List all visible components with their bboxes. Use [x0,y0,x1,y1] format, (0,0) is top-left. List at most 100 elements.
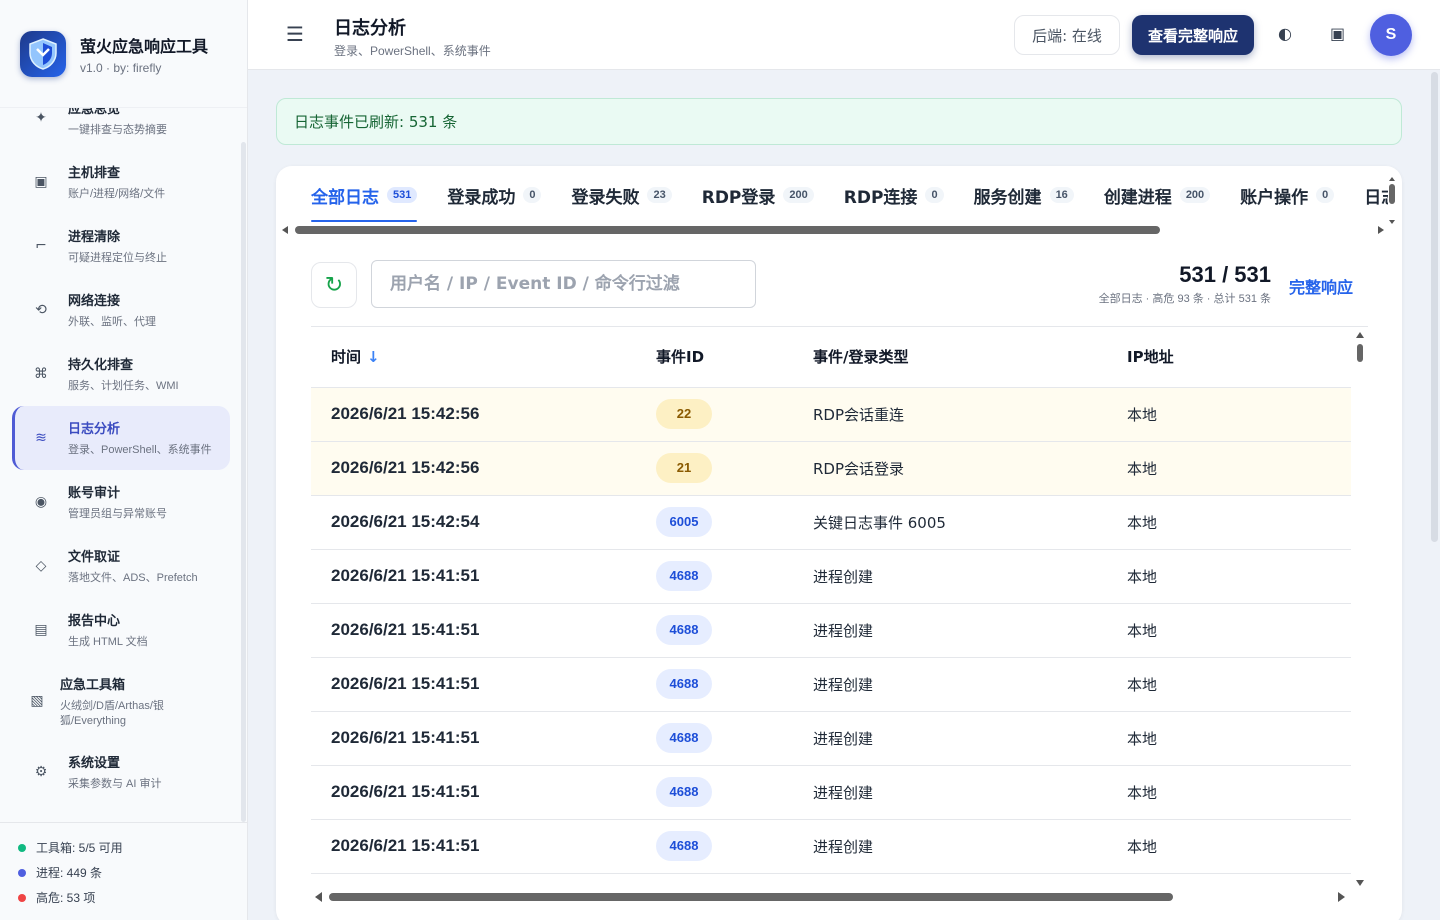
sidebar-item-account-audit[interactable]: ◉ 账号审计 管理员组与异常账号 [12,470,230,534]
sidebar-item-label: 报告中心 [68,614,121,629]
sidebar-item-forensics[interactable]: ◇ 文件取证 落地文件、ADS、Prefetch [12,534,230,598]
tab-process-create[interactable]: 创建进程 200 [1104,166,1211,224]
sidebar-item-label: 应急总览 [68,108,121,117]
full-response-link[interactable]: 完整响应 [1289,274,1353,298]
refresh-button[interactable]: ↻ [311,262,357,308]
tab-count: 200 [783,187,814,203]
sparkle-icon: ✦ [35,110,47,126]
counter-summary: 全部日志 · 高危 93 条 · 总计 531 条 [1098,293,1271,305]
toolbox-status: 工具箱: 5/5 可用 [18,835,247,860]
table-horizontal-scrollbar[interactable] [311,890,1369,904]
tab-label: RDP登录 [701,187,776,208]
tab-count: 0 [925,187,944,203]
sidebar-item-desc: 采集参数与 AI 审计 [68,778,162,790]
refresh-notice: 日志事件已刷新: 531 条 [276,98,1402,145]
tab-count: 0 [1316,187,1335,203]
avatar[interactable]: S [1370,14,1412,56]
status-text: 高危: 53 项 [36,891,96,905]
tab-count: 200 [1179,187,1211,203]
tab-service-create[interactable]: 服务创建 16 [974,166,1074,224]
column-time-header[interactable]: 时间 ↓ [311,327,656,388]
sidebar-item-overview[interactable]: ✦ 应急总览 一键排查与态势摘要 [12,108,230,150]
table-row[interactable]: 2026/6/21 15:41:51 4688 进程创建 本地 [311,549,1351,604]
table-row[interactable]: 2026/6/21 15:41:51 4688 进程创建 本地 [311,657,1351,712]
sidebar-item-desc: 账户/进程/网络/文件 [68,188,166,200]
table-row[interactable]: 2026/6/21 15:42:56 21 RDP会话登录 本地 [311,441,1351,496]
sidebar-item-desc: 外联、监听、代理 [68,316,156,328]
sidebar-scrollbar[interactable] [241,142,246,822]
cell-type: 进程创建 [813,819,1127,874]
cell-ip: 本地 [1127,819,1351,874]
column-event-id-header[interactable]: 事件ID [656,327,813,388]
sidebar-item-settings[interactable]: ⚙ 系统设置 采集参数与 AI 审计 [12,740,230,804]
event-id-badge: 4688 [656,831,712,861]
sidebar-item-toolbox[interactable]: ▧ 应急工具箱 火绒剑/D盾/Arthas/银狐/Everything [12,662,230,740]
table-body: 2026/6/21 15:42:56 22 RDP会话重连 本地 2026/6/21 … [311,387,1351,874]
tab-all-logs[interactable]: 全部日志 531 [311,166,418,224]
event-id-badge: 4688 [656,561,712,591]
refresh-icon: ⟲ [35,302,47,318]
sidebar-item-label: 网络连接 [68,294,121,309]
tab-login-failed[interactable]: 登录失败 23 [571,166,672,224]
tabs-horizontal-scrollbar[interactable] [280,224,1386,236]
header-label: 时间 [331,348,362,367]
brand: 萤火应急响应工具 v1.0 · by: firefly [0,0,247,108]
table-row[interactable]: 2026/6/21 15:41:51 4688 进程创建 本地 [311,603,1351,658]
cell-ip: 本地 [1127,441,1351,496]
status-dot-icon [18,893,26,902]
sidebar-item-label: 主机排查 [68,166,121,181]
cell-time: 2026/6/21 15:41:51 [311,819,656,874]
sidebar-item-desc: 生成 HTML 文档 [68,636,148,648]
tab-rdp-login[interactable]: RDP登录 200 [702,166,814,224]
cell-ip: 本地 [1127,495,1351,550]
event-id-badge: 4688 [656,669,712,699]
event-id-badge: 6005 [656,507,712,537]
sort-arrow-icon[interactable]: ↓ [367,348,380,366]
tabs-vertical-scrollbar[interactable] [1388,176,1396,226]
sidebar-item-host-check[interactable]: ▣ 主机排查 账户/进程/网络/文件 [12,150,230,214]
table-row[interactable]: 2026/6/21 15:41:51 4688 进程创建 本地 [311,819,1351,874]
tab-log-service[interactable]: 日志服务 [1364,166,1388,224]
document-icon: ▤ [34,622,48,638]
cell-time: 2026/6/21 15:41:51 [311,711,656,766]
sidebar-item-network[interactable]: ⟲ 网络连接外联、监听、代理 [12,278,230,342]
process-status: 进程: 449 条 [18,860,247,885]
table-vertical-scrollbar[interactable] [1354,330,1366,890]
counter-value: 531 / 531 [1179,262,1271,287]
sidebar-item-reports[interactable]: ▤ 报告中心生成 HTML 文档 [12,598,230,662]
column-ip-header[interactable]: IP地址 [1127,327,1351,388]
tab-label: 全部日志 [311,187,379,208]
theme-toggle-icon[interactable]: ◐ [1278,24,1292,43]
table-row[interactable]: 2026/6/21 15:42:54 6005 关键日志事件 6005 本地 [311,495,1351,550]
gear-icon: ⚙ [34,764,48,780]
view-full-response-button[interactable]: 查看完整响应 [1132,15,1254,55]
sidebar-item-desc: 火绒剑/D盾/Arthas/银狐/Everything [60,699,164,727]
sidebar-nav: ✦ 应急总览 一键排查与态势摘要 ▣ 主机排查 账户/进程/网络/文件 ⌐ 进程清除… [0,108,236,820]
table-row[interactable]: 2026/6/21 15:41:51 4688 进程创建 本地 [311,765,1351,820]
page-title: 日志分析 [334,18,406,39]
sidebar-item-desc: 登录、PowerShell、系统事件 [68,444,212,456]
sidebar-item-persistence[interactable]: ⌘ 持久化排查 服务、计划任务、WMI [12,342,230,406]
table-header-row: 时间 ↓ 事件ID 事件/登录类型 IP地址 [311,327,1351,388]
table-row[interactable]: 2026/6/21 15:41:51 4688 进程创建 本地 [311,711,1351,766]
log-table: 时间 ↓ 事件ID 事件/登录类型 IP地址 2026/6/21 15:42:56… [311,326,1368,892]
cell-type: RDP会话登录 [813,441,1127,496]
cell-time: 2026/6/21 15:42:54 [311,495,656,550]
status-dot-icon [18,843,26,852]
window-icon[interactable]: ▣ [1330,24,1345,43]
tab-rdp-connect[interactable]: RDP连接 0 [844,166,944,224]
tab-account-ops[interactable]: 账户操作 0 [1240,166,1335,224]
cell-type: 关键日志事件 6005 [813,495,1127,550]
table-row[interactable]: 2026/6/21 15:42:56 22 RDP会话重连 本地 [311,387,1351,442]
cell-ip: 本地 [1127,765,1351,820]
cell-type: 进程创建 [813,765,1127,820]
menu-icon[interactable]: ☰ [286,22,304,46]
backend-status-badge: 后端: 在线 [1014,15,1120,55]
tab-login-success[interactable]: 登录成功 0 [447,166,542,224]
column-type-header[interactable]: 事件/登录类型 [813,327,1127,388]
status-dot-icon [18,868,26,877]
main-scrollbar[interactable] [1431,72,1438,542]
sidebar-item-log-analysis[interactable]: ≋ 日志分析 登录、PowerShell、系统事件 [12,406,230,470]
filter-input[interactable] [371,260,756,308]
sidebar-item-process-kill[interactable]: ⌐ 进程清除 可疑进程定位与终止 [12,214,230,278]
